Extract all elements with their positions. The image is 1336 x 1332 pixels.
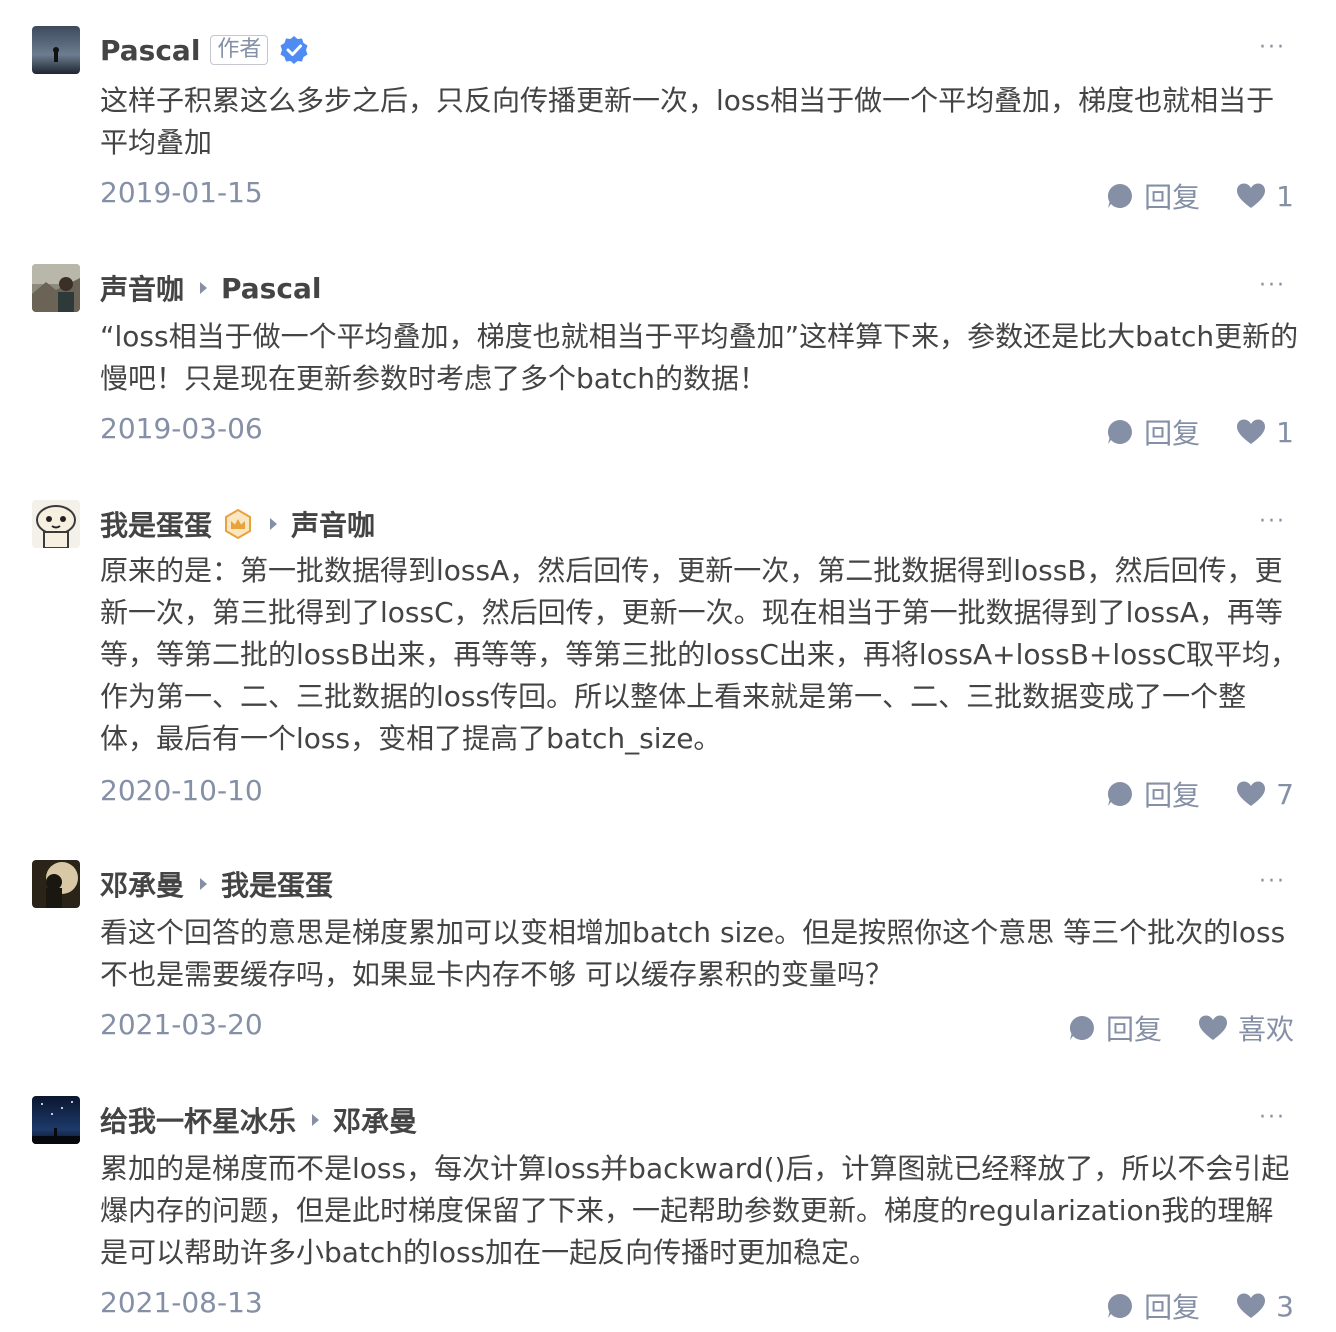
like-count: 1 [1276, 179, 1294, 213]
like-button[interactable]: 1 [1236, 416, 1294, 449]
comment-date: 2019-01-15 [100, 176, 263, 209]
comment-date: 2021-03-20 [100, 1008, 263, 1041]
reply-label: 回复 [1144, 417, 1201, 450]
heart-icon [1198, 1015, 1227, 1040]
author-tag: 作者 [210, 35, 269, 65]
comment-text: 这样子积累这么多步之后，只反向传播更新一次，loss相当于做一个平均叠加，梯度也… [100, 84, 1275, 159]
heart-icon [1237, 781, 1266, 806]
speech-bubble-icon [1108, 781, 1133, 806]
comment-header: 邓承曼 我是蛋蛋 [100, 860, 333, 908]
heart-icon [1237, 183, 1266, 208]
author-name[interactable]: Pascal [100, 34, 200, 67]
avatar[interactable] [32, 1096, 80, 1144]
comment-text: 看这个回答的意思是梯度累加可以变相增加batch size。但是按照你这个意思 … [100, 916, 1286, 991]
speech-bubble-icon [1108, 183, 1133, 208]
author-name[interactable]: 给我一杯星冰乐 [100, 1100, 296, 1140]
comment-actions: 回复 1 [1106, 412, 1294, 452]
comment-header: 我是蛋蛋 声音咖 [100, 500, 375, 548]
avatar[interactable] [32, 500, 80, 548]
comment-date: 2020-10-10 [100, 774, 263, 807]
reply-to-name[interactable]: 邓承曼 [333, 1100, 417, 1140]
comment-actions: 回复 1 [1106, 176, 1294, 216]
more-dots-icon[interactable]: ··· [1259, 37, 1286, 59]
like-count: 3 [1276, 1289, 1294, 1323]
reply-label: 回复 [1144, 1291, 1201, 1324]
speech-bubble-icon [1108, 1293, 1133, 1318]
verified-badge-icon [278, 34, 310, 66]
more-dots-icon[interactable]: ··· [1259, 1107, 1286, 1129]
reply-arrow-icon [200, 282, 208, 294]
like-button[interactable]: 喜欢 [1198, 1008, 1294, 1048]
more-dots-icon[interactable]: ··· [1259, 511, 1286, 533]
speech-bubble-icon [1069, 1015, 1094, 1040]
heart-icon [1237, 1293, 1266, 1318]
like-count: 7 [1276, 777, 1294, 811]
reply-to-name[interactable]: Pascal [221, 272, 321, 305]
author-name[interactable]: 声音咖 [100, 268, 184, 308]
more-dots-icon[interactable]: ··· [1259, 275, 1286, 297]
avatar[interactable] [32, 860, 80, 908]
like-button[interactable]: 3 [1236, 1290, 1294, 1323]
author-name[interactable]: 邓承曼 [100, 864, 184, 904]
crown-badge-icon [222, 508, 254, 540]
like-button[interactable]: 1 [1236, 180, 1294, 213]
heart-icon [1237, 419, 1266, 444]
reply-label: 回复 [1144, 779, 1201, 812]
comment-text: “loss相当于做一个平均叠加，梯度也就相当于平均叠加”这样算下来，参数还是比大… [100, 320, 1299, 395]
comment-date: 2021-08-13 [100, 1286, 263, 1319]
comment-date: 2019-03-06 [100, 412, 263, 445]
reply-label: 回复 [1105, 1013, 1162, 1046]
comment-header: 给我一杯星冰乐 邓承曼 [100, 1096, 417, 1144]
comment-text: 原来的是：第一批数据得到lossA，然后回传，更新一次，第二批数据得到lossB… [100, 554, 1299, 755]
comment-actions: 回复 3 [1106, 1286, 1294, 1326]
comment-actions: 回复 7 [1106, 774, 1294, 814]
like-count: 1 [1276, 415, 1294, 449]
reply-button[interactable]: 回复 [1068, 1008, 1162, 1048]
like-button[interactable]: 7 [1236, 778, 1294, 811]
reply-arrow-icon [270, 518, 278, 530]
speech-bubble-icon [1108, 419, 1133, 444]
comment-header: 声音咖 Pascal [100, 264, 321, 312]
author-name[interactable]: 我是蛋蛋 [100, 504, 212, 544]
reply-label: 回复 [1144, 181, 1201, 214]
reply-arrow-icon [200, 878, 208, 890]
like-label: 喜欢 [1237, 1013, 1294, 1046]
comment-header: Pascal 作者 [100, 26, 310, 74]
reply-to-name[interactable]: 声音咖 [291, 504, 375, 544]
reply-button[interactable]: 回复 [1106, 176, 1200, 216]
comment-text: 累加的是梯度而不是loss，每次计算loss并backward()后，计算图就已… [100, 1152, 1290, 1269]
reply-to-name[interactable]: 我是蛋蛋 [221, 864, 333, 904]
reply-button[interactable]: 回复 [1106, 774, 1200, 814]
comment-actions: 回复 喜欢 [1068, 1008, 1294, 1048]
avatar[interactable] [32, 26, 80, 74]
avatar[interactable] [32, 264, 80, 312]
reply-button[interactable]: 回复 [1106, 1286, 1200, 1326]
reply-button[interactable]: 回复 [1106, 412, 1200, 452]
more-dots-icon[interactable]: ··· [1259, 871, 1286, 893]
reply-arrow-icon [312, 1114, 320, 1126]
